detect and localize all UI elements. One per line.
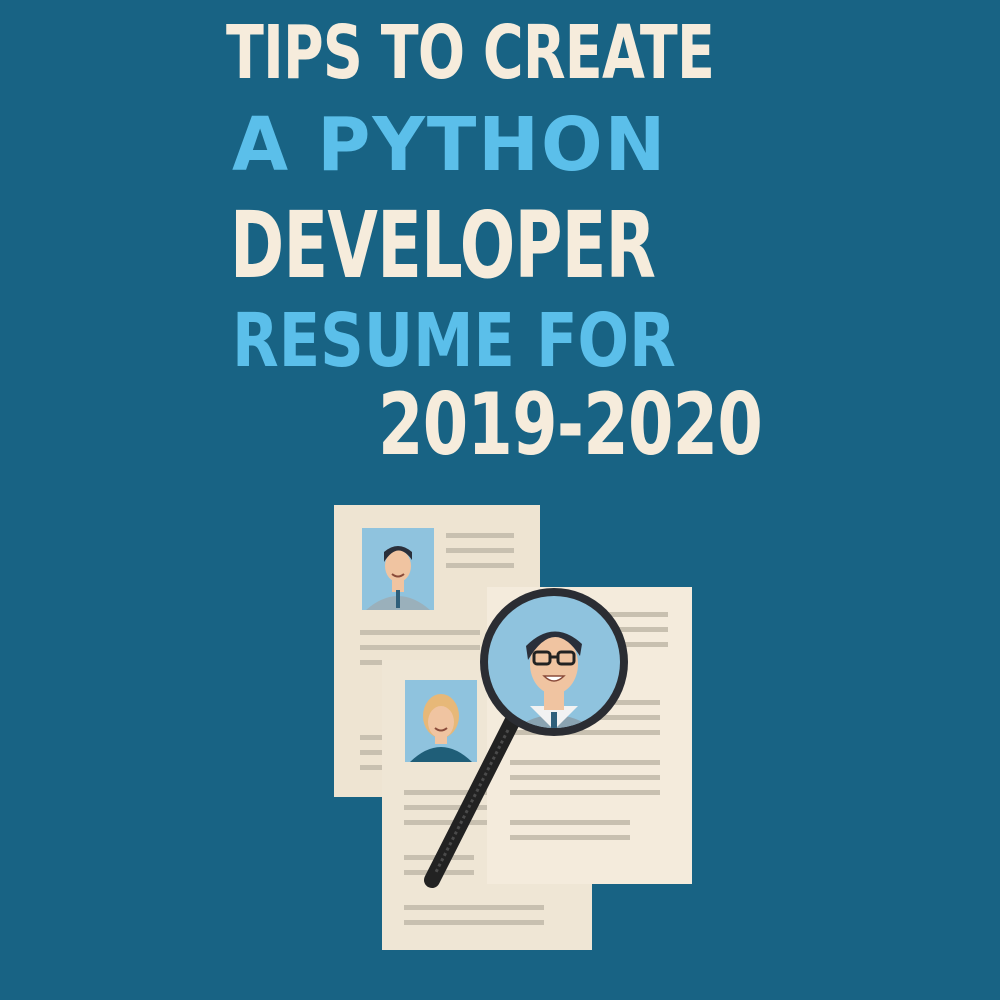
resume-search-illustration <box>334 505 692 950</box>
